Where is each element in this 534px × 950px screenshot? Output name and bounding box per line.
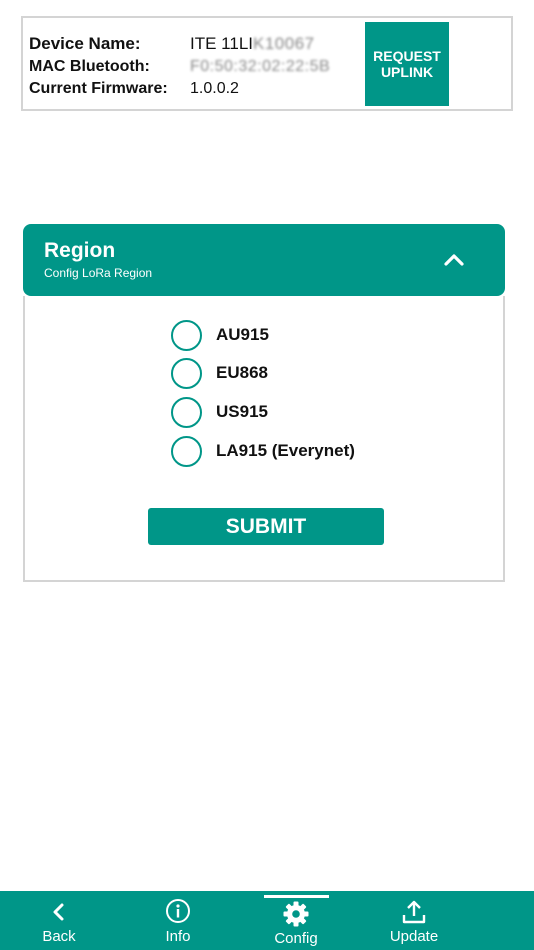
upload-icon [402,900,426,924]
gear-icon [283,901,309,927]
bottom-nav-bar: Back Info Config Update [0,891,534,950]
radio-option-eu868[interactable]: EU868 [171,357,268,389]
radio-label: US915 [216,402,268,421]
radio-button[interactable] [171,357,202,389]
chevron-left-icon [53,903,64,921]
nav-item-info[interactable]: Info [133,891,223,950]
nav-item-back[interactable]: Back [14,891,104,950]
chevron-up-icon[interactable] [443,250,465,268]
radio-option-au915[interactable]: AU915 [171,319,269,351]
region-panel-header[interactable]: Region Config LoRa Region [23,224,505,296]
device-name-value: ITE 11LIK10067 [190,34,315,54]
nav-label-config: Config [274,930,318,947]
device-name-row: Device Name: ITE 11LIK10067 [29,34,314,55]
mac-bluetooth-row: MAC Bluetooth: F0:50:32:02:22:5B [29,57,330,77]
radio-label: LA915 (Everynet) [216,441,355,460]
radio-label: AU915 [216,325,269,344]
submit-button[interactable]: SUBMIT [148,508,384,545]
radio-button[interactable] [171,396,202,428]
nav-item-config[interactable]: Config [251,891,341,950]
region-subtitle: Config LoRa Region [44,266,153,280]
firmware-row: Current Firmware: 1.0.0.2 [29,79,239,99]
nav-label-info: Info [165,928,191,945]
device-info-card: Device Name: ITE 11LIK10067 MAC Bluetoot… [21,16,513,111]
mac-bluetooth-value: F0:50:32:02:22:5B [190,58,331,75]
info-icon [166,899,190,923]
nav-item-update[interactable]: Update [369,891,459,950]
firmware-value: 1.0.0.2 [190,80,239,97]
nav-label-update: Update [389,928,439,945]
request-uplink-button[interactable]: REQUEST UPLINK [365,22,449,106]
radio-option-us915[interactable]: US915 [171,396,268,428]
radio-option-la915[interactable]: LA915 (Everynet) [171,435,355,467]
radio-button[interactable] [171,319,202,351]
firmware-label: Current Firmware: [29,80,168,97]
radio-button[interactable] [171,435,202,467]
device-name-label: Device Name: [29,34,141,53]
mac-bluetooth-label: MAC Bluetooth: [29,58,150,75]
region-title: Region [44,239,116,262]
region-panel: Region Config LoRa Region AU915 EU868 US… [23,224,505,582]
radio-label: EU868 [216,363,268,382]
region-options-body: AU915 EU868 US915 LA915 (Everynet) SUBMI… [23,296,505,582]
device-name-text: ITE 11LI [190,34,253,53]
config-screen: Device Name: ITE 11LIK10067 MAC Bluetoot… [0,0,534,950]
nav-label-back: Back [42,928,76,945]
device-name-redacted: K10067 [253,34,315,53]
